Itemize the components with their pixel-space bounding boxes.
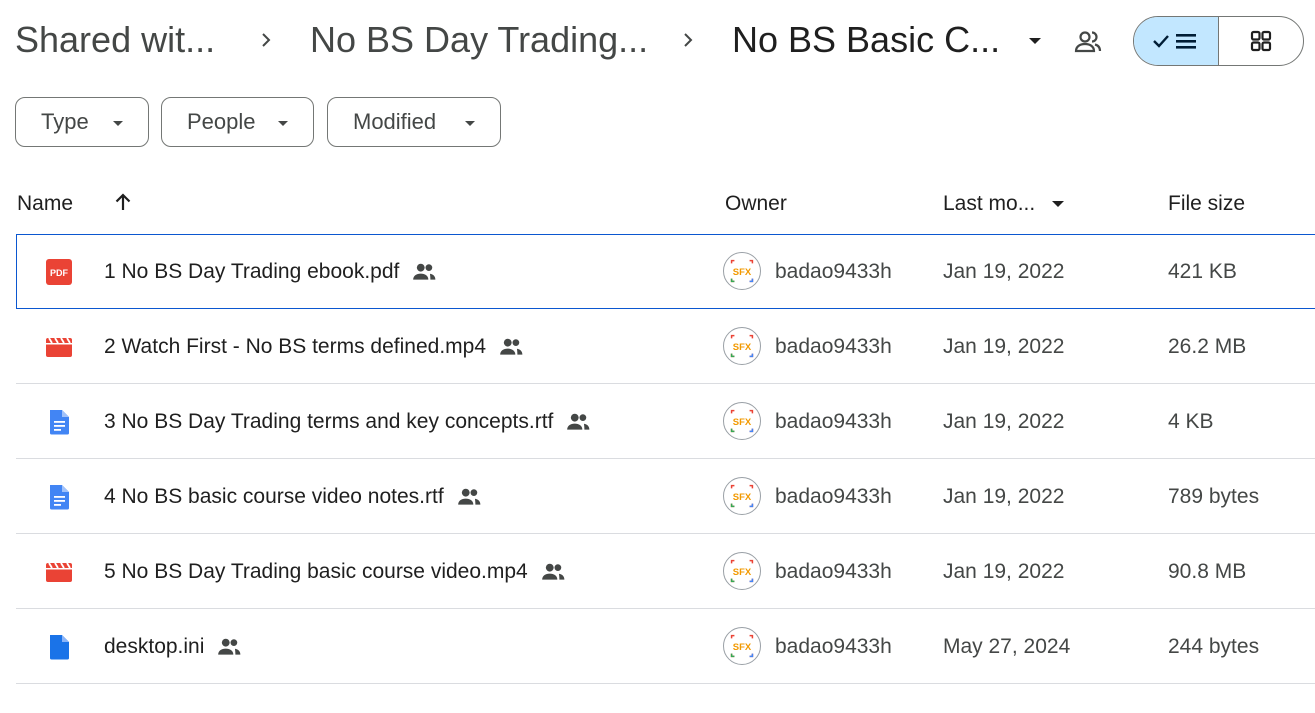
last-modified-date: Jan 19, 2022 <box>943 410 1065 433</box>
column-header-name[interactable]: Name <box>17 190 73 218</box>
owner-name: badao9433h <box>775 635 892 658</box>
svg-text:SFX: SFX <box>733 267 752 278</box>
owner-avatar: SFX <box>723 402 761 440</box>
chevron-down-icon <box>465 121 475 126</box>
video-file-icon <box>46 562 72 582</box>
svg-text:SFX: SFX <box>733 342 752 353</box>
document-file-icon <box>50 410 69 435</box>
chevron-right-icon <box>684 33 693 47</box>
owner-avatar: SFX <box>723 552 761 590</box>
file-name-cell: 3 No BS Day Trading terms and key concep… <box>104 408 591 436</box>
check-list-icon <box>1153 34 1196 49</box>
file-size: 26.2 MB <box>1168 335 1247 358</box>
svg-text:SFX: SFX <box>733 567 752 578</box>
filter-people-chip[interactable]: People <box>161 97 314 147</box>
last-modified-date: Jan 19, 2022 <box>943 485 1065 508</box>
file-size: 244 bytes <box>1168 635 1260 658</box>
chevron-down-icon[interactable] <box>1046 192 1070 216</box>
last-modified-date: Jan 19, 2022 <box>943 335 1065 358</box>
owner-avatar: SFX <box>723 627 761 665</box>
svg-text:SFX: SFX <box>733 417 752 428</box>
shared-people-icon <box>541 563 565 580</box>
filter-people-label: People <box>187 109 256 134</box>
view-toggle <box>1133 16 1304 66</box>
file-name-cell: desktop.ini <box>104 633 242 661</box>
owner-name: badao9433h <box>775 260 892 283</box>
file-name-cell: 4 No BS basic course video notes.rtf <box>104 483 482 511</box>
file-name: 2 Watch First - No BS terms defined.mp4 <box>104 335 487 358</box>
file-name: 1 No BS Day Trading ebook.pdf <box>104 260 400 283</box>
owner-avatar: SFX <box>723 477 761 515</box>
svg-text:SFX: SFX <box>733 642 752 653</box>
file-row[interactable]: PDF 1 No BS Day Trading ebook.pdf SFX bada… <box>16 234 1315 309</box>
filter-modified-label: Modified <box>353 109 437 134</box>
grid-icon <box>1250 30 1272 52</box>
shared-people-icon <box>413 263 436 280</box>
shared-people-icon <box>567 413 590 430</box>
column-header-last-modified[interactable]: Last mo... <box>943 190 1035 218</box>
chevron-down-icon <box>113 121 123 126</box>
file-row[interactable]: 5 No BS Day Trading basic course video.m… <box>16 534 1315 609</box>
file-name: 4 No BS basic course video notes.rtf <box>104 485 444 508</box>
file-name-cell: 1 No BS Day Trading ebook.pdf <box>104 258 437 286</box>
filter-type-chip[interactable]: Type <box>15 97 149 147</box>
last-modified-date: Jan 19, 2022 <box>943 260 1065 283</box>
pdf-file-icon: PDF <box>46 259 72 285</box>
file-name-cell: 2 Watch First - No BS terms defined.mp4 <box>104 333 524 361</box>
owner-name: badao9433h <box>775 560 892 583</box>
shared-people-icon <box>457 488 481 505</box>
shared-people-icon <box>218 638 241 655</box>
grid-view-button[interactable] <box>1219 17 1303 65</box>
breadcrumb-item-parent-folder[interactable]: No BS Day Trading... <box>310 18 648 62</box>
file-size: 789 bytes <box>1168 485 1260 508</box>
filter-modified-chip[interactable]: Modified <box>327 97 501 147</box>
svg-text:PDF: PDF <box>50 268 69 278</box>
last-modified-date: Jan 19, 2022 <box>943 560 1065 583</box>
video-file-icon <box>46 337 72 357</box>
owner-avatar: SFX <box>723 252 761 290</box>
file-row[interactable]: 4 No BS basic course video notes.rtf SFX… <box>16 459 1315 534</box>
file-row[interactable]: 3 No BS Day Trading terms and key concep… <box>16 384 1315 459</box>
owner-avatar: SFX <box>723 327 761 365</box>
list-view-button[interactable] <box>1134 17 1219 65</box>
file-name: 5 No BS Day Trading basic course video.m… <box>104 560 528 583</box>
sort-ascending-arrow-icon[interactable] <box>111 190 135 214</box>
column-header-owner: Owner <box>725 192 787 215</box>
svg-text:SFX: SFX <box>733 492 752 503</box>
document-file-icon <box>50 485 69 510</box>
breadcrumb-item-shared[interactable]: Shared wit... <box>15 18 215 62</box>
last-modified-date: May 27, 2024 <box>943 635 1071 658</box>
file-name-cell: 5 No BS Day Trading basic course video.m… <box>104 558 566 586</box>
file-row[interactable]: desktop.ini SFX badao9433h May 27, 2024 244… <box>16 609 1315 684</box>
owner-name: badao9433h <box>775 485 892 508</box>
file-size: 90.8 MB <box>1168 560 1247 583</box>
filter-type-label: Type <box>41 109 89 134</box>
file-row[interactable]: 2 Watch First - No BS terms defined.mp4 … <box>16 309 1315 384</box>
file-size: 421 KB <box>1168 260 1237 283</box>
chevron-right-icon <box>262 33 271 47</box>
manage-access-icon[interactable] <box>1072 26 1104 58</box>
folder-menu-caret-icon[interactable] <box>1023 28 1047 52</box>
file-name: 3 No BS Day Trading terms and key concep… <box>104 410 554 433</box>
breadcrumb-item-current-folder[interactable]: No BS Basic C... <box>732 18 1000 62</box>
chevron-down-icon <box>278 121 288 126</box>
owner-name: badao9433h <box>775 410 892 433</box>
generic-file-icon <box>50 635 69 660</box>
owner-name: badao9433h <box>775 335 892 358</box>
breadcrumb: Shared wit... No BS Day Trading... No BS… <box>0 0 1315 82</box>
file-name: desktop.ini <box>104 635 205 658</box>
file-size: 4 KB <box>1168 410 1214 433</box>
shared-people-icon <box>500 338 523 355</box>
column-header-file-size: File size <box>1168 192 1246 215</box>
